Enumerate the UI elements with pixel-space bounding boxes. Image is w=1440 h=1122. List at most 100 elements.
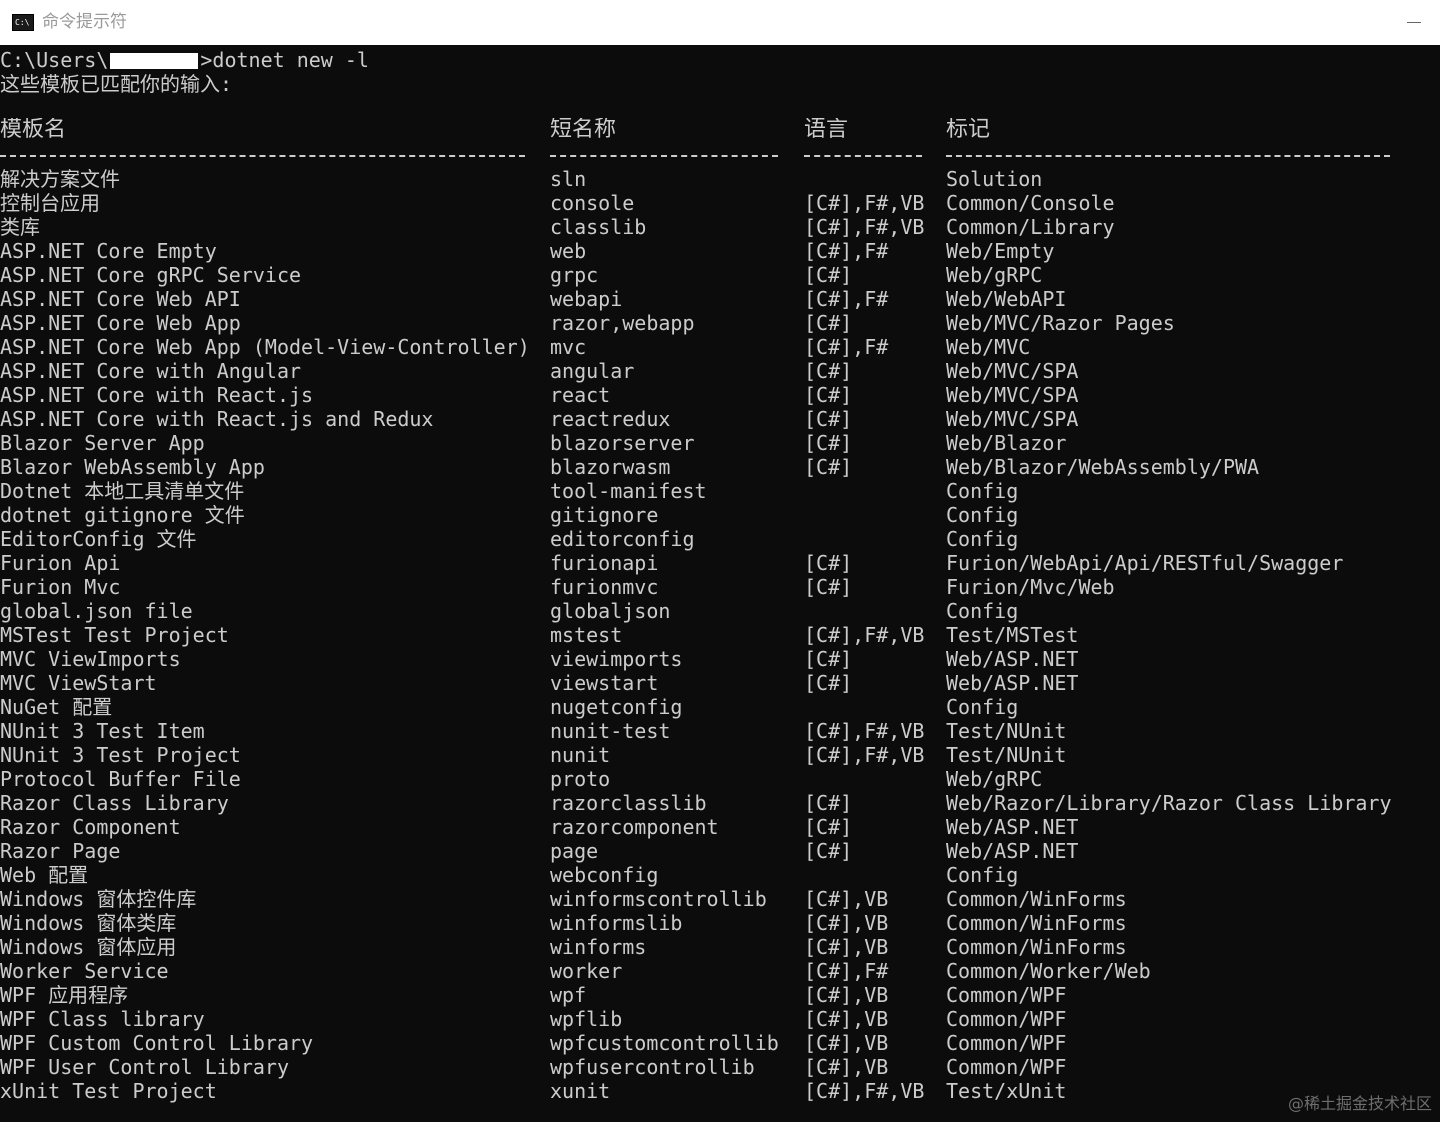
table-row: MVC ViewImports viewimports [C#] Web/ASP.NE…	[0, 647, 1440, 671]
table-row: ASP.NET Core Web API webapi [C#],F# Web/Web…	[0, 287, 1440, 311]
cell-template-name: Furion Mvc	[0, 575, 121, 599]
cell-tags: Common/WPF	[946, 1031, 1067, 1055]
table-row: MSTest Test Project mstest [C#],F#,VB Test/…	[0, 623, 1440, 647]
cell-short-name: wpfusercontrollib	[550, 1055, 755, 1079]
cell-template-name: Protocol Buffer File	[0, 767, 241, 791]
cell-template-name: ASP.NET Core Empty	[0, 239, 217, 263]
cell-template-name: dotnet gitignore 文件	[0, 503, 245, 527]
cell-short-name: editorconfig	[550, 527, 695, 551]
cell-language: [C#],VB	[804, 1055, 889, 1079]
cell-language: [C#]	[804, 647, 853, 671]
cell-tags: Solution	[946, 167, 1043, 191]
cell-short-name: viewstart	[550, 671, 659, 695]
cell-short-name: reactredux	[550, 407, 671, 431]
cell-template-name: ASP.NET Core with Angular	[0, 359, 302, 383]
cell-tags: Web/ASP.NET	[946, 671, 1079, 695]
cell-language: [C#],F#	[804, 239, 889, 263]
cell-short-name: react	[550, 383, 611, 407]
cell-language: [C#]	[804, 383, 853, 407]
cell-tags: Web/Blazor	[946, 431, 1067, 455]
cell-language: [C#],F#,VB	[804, 191, 925, 215]
cell-language: [C#]	[804, 839, 853, 863]
table-row: MVC ViewStart viewstart [C#] Web/ASP.NET	[0, 671, 1440, 695]
cell-template-name: 控制台应用	[0, 191, 100, 215]
cell-tags: Common/WinForms	[946, 911, 1127, 935]
cell-tags: Web/Blazor/WebAssembly/PWA	[946, 455, 1260, 479]
cell-tags: Web/MVC/SPA	[946, 407, 1079, 431]
table-row: Blazor Server App blazorserver [C#] Web/Bla…	[0, 431, 1440, 455]
table-row: global.json file globaljson Config	[0, 599, 1440, 623]
cell-language: [C#],F#,VB	[804, 623, 925, 647]
cell-language: [C#],F#,VB	[804, 743, 925, 767]
cell-tags: Config	[946, 479, 1019, 503]
cell-language: [C#],VB	[804, 935, 889, 959]
cell-short-name: mvc	[550, 335, 587, 359]
cell-language: [C#],F#,VB	[804, 215, 925, 239]
cell-short-name: wpfcustomcontrollib	[550, 1031, 779, 1055]
cell-template-name: Windows 窗体类库	[0, 911, 177, 935]
cell-short-name: furionapi	[550, 551, 659, 575]
cell-language: [C#],VB	[804, 1007, 889, 1031]
table-row: xUnit Test Project xunit [C#],F#,VB Test/xU…	[0, 1079, 1440, 1103]
cell-tags: Web/MVC/Razor Pages	[946, 311, 1175, 335]
cell-language: [C#]	[804, 575, 853, 599]
cell-language: [C#],F#,VB	[804, 1079, 925, 1103]
cell-short-name: angular	[550, 359, 635, 383]
cell-short-name: web	[550, 239, 587, 263]
cell-template-name: NUnit 3 Test Project	[0, 743, 241, 767]
cell-language: [C#],F#	[804, 959, 889, 983]
cell-tags: Common/Worker/Web	[946, 959, 1151, 983]
table-row: 类库 classlib [C#],F#,VB Common/Library	[0, 215, 1440, 239]
table-row: ASP.NET Core with React.js react [C#] Web/M…	[0, 383, 1440, 407]
cell-language: [C#]	[804, 455, 853, 479]
table-row: ASP.NET Core gRPC Service grpc [C#] Web/gRP…	[0, 263, 1440, 287]
prompt-command: >dotnet new -l	[200, 48, 369, 72]
cell-template-name: global.json file	[0, 599, 193, 623]
cell-template-name: Razor Page	[0, 839, 121, 863]
cell-tags: Config	[946, 695, 1019, 719]
table-row: EditorConfig 文件 editorconfig Config	[0, 527, 1440, 551]
cell-short-name: viewimports	[550, 647, 683, 671]
cell-short-name: nunit-test	[550, 719, 671, 743]
cell-tags: Web/MVC/SPA	[946, 383, 1079, 407]
cell-language: [C#]	[804, 407, 853, 431]
header-short-name: 短名称	[550, 118, 617, 142]
cell-language: [C#]	[804, 311, 853, 335]
cell-tags: Web/Razor/Library/Razor Class Library	[946, 791, 1392, 815]
cell-short-name: classlib	[550, 215, 647, 239]
cell-short-name: tool-manifest	[550, 479, 707, 503]
table-row: dotnet gitignore 文件 gitignore Config	[0, 503, 1440, 527]
cell-tags: Common/Console	[946, 191, 1115, 215]
console-output[interactable]: C:\Users\ >dotnet new -l 这些模板已匹配你的输入: 模板名…	[0, 45, 1440, 1122]
cell-tags: Common/WPF	[946, 1007, 1067, 1031]
cell-short-name: sln	[550, 167, 587, 191]
watermark: @稀土掘金技术社区	[1287, 1094, 1432, 1113]
minimize-button[interactable]	[1394, 0, 1440, 45]
prompt-path: C:\Users\	[0, 48, 109, 72]
cell-tags: Test/MSTest	[946, 623, 1079, 647]
cell-template-name: Blazor WebAssembly App	[0, 455, 265, 479]
cell-tags: Common/WinForms	[946, 887, 1127, 911]
cell-language: [C#]	[804, 263, 853, 287]
cell-language: [C#]	[804, 671, 853, 695]
table-row: Worker Service worker [C#],F# Common/Worker…	[0, 959, 1440, 983]
title-bar[interactable]: C:\ 命令提示符	[0, 0, 1440, 45]
cell-short-name: razorclasslib	[550, 791, 707, 815]
cell-template-name: MVC ViewImports	[0, 647, 181, 671]
cell-short-name: grpc	[550, 263, 599, 287]
header-tags: 标记	[946, 118, 991, 142]
cell-language: [C#],VB	[804, 1031, 889, 1055]
cell-tags: Common/Library	[946, 215, 1115, 239]
table-row: Dotnet 本地工具清单文件 tool-manifest Config	[0, 479, 1440, 503]
cell-short-name: winformscontrollib	[550, 887, 767, 911]
cell-tags: Config	[946, 527, 1019, 551]
cell-short-name: webapi	[550, 287, 623, 311]
cell-tags: Web/gRPC	[946, 263, 1043, 287]
redacted-username	[110, 53, 199, 69]
table-row: ASP.NET Core with Angular angular [C#] Web/…	[0, 359, 1440, 383]
header-separator	[0, 143, 1440, 167]
header-template-name: 模板名	[0, 118, 67, 142]
cell-language: [C#]	[804, 791, 853, 815]
table-row: Razor Component razorcomponent [C#] Web/ASP…	[0, 815, 1440, 839]
table-header: 模板名 短名称 语言 标记	[0, 118, 1440, 142]
